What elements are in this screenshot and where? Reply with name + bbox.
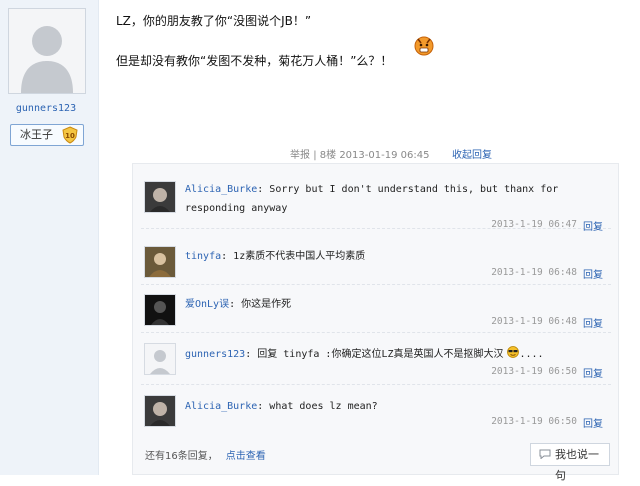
default-avatar-icon bbox=[9, 9, 85, 93]
reply-item: Alicia_Burke: Sorry but I don't understa… bbox=[141, 176, 611, 233]
reply-button[interactable]: 回复 bbox=[583, 218, 603, 233]
reply-username[interactable]: Alicia_Burke bbox=[185, 401, 257, 412]
reply-avatar[interactable] bbox=[144, 294, 176, 326]
reply-button[interactable]: 回复 bbox=[583, 415, 603, 430]
angry-face-emoticon-icon bbox=[414, 36, 434, 56]
view-more-link[interactable]: 点击查看 bbox=[226, 451, 266, 462]
badge-label: 冰王子 bbox=[20, 128, 53, 141]
reply-avatar[interactable] bbox=[144, 395, 176, 427]
reply-button[interactable]: 回复 bbox=[583, 315, 603, 330]
reply-text: 爱OnLy误: 你这是作死 bbox=[185, 295, 610, 314]
post-time: 2013-01-19 06:45 bbox=[339, 150, 430, 161]
user-photo-icon bbox=[145, 396, 175, 426]
badge-level: 10 bbox=[65, 132, 75, 140]
floor-number: 8楼 bbox=[319, 150, 337, 161]
speech-bubble-icon bbox=[539, 449, 551, 459]
author-sidebar: gunners123 冰王子 10 bbox=[0, 0, 99, 475]
reply-time: 2013-1-19 06:47 bbox=[491, 219, 577, 230]
reply-text: Alicia_Burke: what does lz mean? bbox=[185, 397, 610, 416]
reply-button[interactable]: 回复 bbox=[583, 365, 603, 380]
post-line-2: 但是却没有教你“发图不发种，菊花万人桶！”么？！ bbox=[116, 54, 393, 68]
reply-avatar[interactable] bbox=[144, 343, 176, 375]
author-username[interactable]: gunners123 bbox=[0, 103, 92, 114]
reply-content: 回复 tinyfa :你确定这位LZ真是英国人不是抠脚大汉 bbox=[251, 349, 504, 360]
reply-item: tinyfa: 1z素质不代表中国人平均素质 2013-1-19 06:48 回… bbox=[141, 242, 611, 285]
reply-username[interactable]: 爱OnLy误 bbox=[185, 299, 229, 310]
reply-content: 1z素质不代表中国人平均素质 bbox=[227, 251, 366, 262]
report-link[interactable]: 举报 bbox=[290, 150, 310, 161]
reply-avatar[interactable] bbox=[144, 246, 176, 278]
reply-avatar[interactable] bbox=[144, 181, 176, 213]
add-reply-button[interactable]: 我也说一句 bbox=[530, 443, 610, 482]
more-replies-count: 还有16条回复， bbox=[145, 451, 218, 462]
reply-username[interactable]: gunners123 bbox=[185, 349, 245, 360]
reply-suffix: .... bbox=[519, 349, 544, 360]
reply-item: 爱OnLy误: 你这是作死 2013-1-19 06:48 回复 bbox=[141, 292, 611, 333]
reply-username[interactable]: tinyfa bbox=[185, 251, 221, 262]
fold-replies-link[interactable]: 收起回复 bbox=[452, 146, 492, 161]
more-replies: 还有16条回复， 点击查看 bbox=[145, 447, 266, 462]
add-reply-label: 我也说一句 bbox=[555, 448, 599, 482]
reply-item: Alicia_Burke: what does lz mean? 2013-1-… bbox=[141, 390, 611, 436]
reply-text: gunners123: 回复 tinyfa :你确定这位LZ真是英国人不是抠脚大… bbox=[185, 345, 610, 364]
reply-username[interactable]: Alicia_Burke bbox=[185, 184, 257, 195]
author-avatar[interactable] bbox=[8, 8, 86, 94]
level-shield-icon: 10 bbox=[62, 126, 78, 144]
user-photo-icon bbox=[145, 182, 175, 212]
post-meta: 举报 | 8楼 2013-01-19 06:45 收起回复 bbox=[290, 146, 492, 161]
user-photo-icon bbox=[145, 295, 175, 325]
reply-time: 2013-1-19 06:48 bbox=[491, 267, 577, 278]
reply-time: 2013-1-19 06:48 bbox=[491, 316, 577, 327]
reply-time: 2013-1-19 06:50 bbox=[491, 366, 577, 377]
reply-text: Alicia_Burke: Sorry but I don't understa… bbox=[185, 180, 610, 218]
reply-button[interactable]: 回复 bbox=[583, 266, 603, 281]
default-avatar-icon bbox=[145, 344, 175, 374]
reply-content: 你这是作死 bbox=[235, 299, 292, 310]
reply-list: Alicia_Burke: Sorry but I don't understa… bbox=[132, 163, 619, 482]
reply-text: tinyfa: 1z素质不代表中国人平均素质 bbox=[185, 247, 610, 266]
reply-content: what does lz mean? bbox=[263, 401, 378, 412]
post-line-1: LZ，你的朋友教了你“没图说个JB！” bbox=[116, 14, 312, 28]
reply-time: 2013-1-19 06:50 bbox=[491, 416, 577, 427]
user-photo-icon bbox=[145, 247, 175, 277]
sunglasses-emoticon-icon bbox=[506, 346, 519, 358]
level-badge[interactable]: 冰王子 10 bbox=[10, 124, 84, 146]
reply-item: gunners123: 回复 tinyfa :你确定这位LZ真是英国人不是抠脚大… bbox=[141, 340, 611, 385]
